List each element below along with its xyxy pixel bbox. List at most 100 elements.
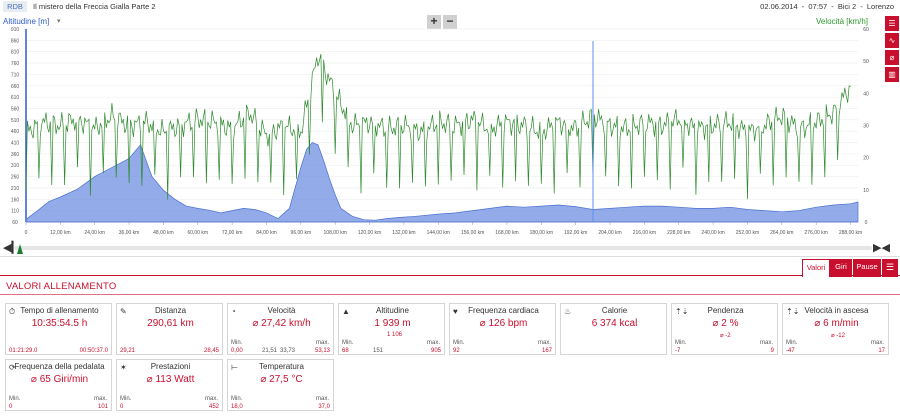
x-tick-label: 48,00 km [153,230,174,236]
stat-label: Distanza [154,306,187,315]
chart-svg[interactable]: 910 860 810 760 710 660 610 560 510 460 410 360 310 2… [0,13,900,241]
session-user: Lorenzo [866,2,894,11]
section-title: VALORI ALLENAMENTO [6,281,117,292]
stat-sub-value: 1 106 [387,332,403,338]
stat-value: ⌀ 2 % [712,318,739,329]
max-value: 9 [770,348,774,354]
max-value: 17 [878,348,885,354]
stat-value: 1 939 m [374,318,411,329]
stat-card[interactable]: ⊢ Temperatura ⌀ 27,5 °C Min. 18,0 max. 37,0 [227,359,334,411]
x-tick-label: 180,00 km [530,230,553,236]
min-label: Min. [675,340,687,346]
x-tick-label: 72,00 km [222,230,243,236]
x-tick-label: 240,00 km [701,230,724,236]
stat-card[interactable]: ◔ Velocità ⌀ 27,42 km/h Min. 0,00 21,51 33,73 m… [227,303,334,355]
min-value: -47 [786,348,795,354]
right-tick-label: 30 [863,124,869,130]
left-tick-label: 310 [11,163,20,169]
min-value: 68 [342,348,349,354]
min-value: 01:21:29.0 [9,348,38,354]
max-value: 53,13 [314,348,330,354]
top-bar: RDB Il mistero della Freccia Gialla Part… [0,0,900,13]
left-tick-label: 760 [11,61,20,67]
min-value: 0 [9,404,13,410]
rdb-badge[interactable]: RDB [3,1,27,12]
stat-value: 6 374 kcal [591,318,638,329]
right-tick-label: 20 [863,156,869,162]
max-value: 101 [97,404,108,410]
stat-card[interactable]: ⇡⇣ Pendenza ⌀ 2 % ⌀ -2 Min. -7 max. 9 [671,303,778,355]
meta-separator: - [801,2,805,11]
stat-value: ⌀ 65 Giri/min [30,374,89,385]
max-value: 28,45 [203,348,219,354]
x-tick-label: 24,00 km [84,230,105,236]
left-tick-label: 160 [11,197,20,203]
min-label: Min. [342,340,354,346]
stat-value: ⌀ 27,42 km/h [252,318,311,329]
max-label: max. [760,340,774,346]
stat-label: Temperatura [259,362,304,371]
left-tick-label: 610 [11,95,20,101]
min-label: Min. [120,396,132,402]
min-value: 0 [120,404,124,410]
max-value: 37,0 [318,404,330,410]
x-tick-label: 108,00 km [324,230,347,236]
stat-card[interactable]: ♥ Frequenza cardiaca ⌀ 126 bpm Min. 92 max. 16… [449,303,556,355]
stat-card[interactable]: ✎ Distanza 290,61 km 29,21 28,45 [116,303,223,355]
right-tick-label: 40 [863,91,869,97]
stat-card[interactable]: ⟳ Frequenza della pedalata ⌀ 65 Giri/min Mi… [5,359,112,411]
stat-card[interactable]: ♨ Calorie 6 374 kcal [560,303,667,355]
tab-valori[interactable]: Valori [802,259,830,277]
stat-card[interactable]: ⏱ Tempo di allenamento 10:35:54.5 h 01:21:2… [5,303,112,355]
scroll-track[interactable] [14,246,872,250]
min-label: Min. [9,396,21,402]
x-tick-label: 228,00 km [667,230,690,236]
x-tick-label: 276,00 km [804,230,827,236]
max-label: max. [94,396,108,402]
tab-bar: Valori Giri Pause ☰ [0,256,900,277]
session-bike: Bici 2 [837,2,857,11]
chart-scrollbar[interactable]: ◀▎ ▶◀ [0,241,900,255]
stat-value: ⌀ 126 bpm [479,318,528,329]
min-label: Min. [231,340,243,346]
left-tick-label: 60 [12,220,18,226]
mid-value-2: 33,73 [280,348,296,354]
stat-label: Tempo di allenamento [20,306,99,315]
stat-label: Altitudine [376,306,409,315]
min-label: Min. [786,340,798,346]
min-value: 18,0 [231,404,243,410]
min-value: -7 [675,348,681,354]
left-tick-label: 410 [11,141,20,147]
x-tick-label: 156,00 km [461,230,484,236]
max-label: max. [205,396,219,402]
min-label: Min. [231,396,243,402]
stat-label: Pendenza [707,306,744,315]
left-tick-label: 860 [11,38,20,44]
stat-label: Prestazioni [150,362,191,371]
right-tick-label: 0 [865,220,868,226]
stat-value: 290,61 km [147,318,194,329]
x-tick-label: 264,00 km [770,230,793,236]
scroll-right-icon[interactable]: ▶◀ [873,241,890,254]
max-label: max. [316,340,330,346]
chart-area[interactable]: 910 860 810 760 710 660 610 560 510 460 410 360 310 2… [0,13,900,241]
session-date: 02.06.2014 [760,2,798,11]
stat-card[interactable]: ⇡⇣ Velocità in ascesa ⌀ 6 m/min ⌀ -12 Min. -4… [782,303,889,355]
stat-card[interactable]: ✶ Prestazioni ⌀ 113 Watt Min. 0 max. 452 [116,359,223,411]
left-tick-label: 810 [11,50,20,56]
stat-value: 10:35:54.5 h [31,318,88,329]
max-value: 167 [541,348,552,354]
stat-label: Velocità [267,306,296,315]
max-value: 905 [430,348,441,354]
x-tick-label: 204,00 km [598,230,621,236]
page-title: Il mistero della Freccia Gialla Parte 2 [33,2,156,11]
tab-pause[interactable]: Pause [853,259,881,277]
x-tick-label: 192,00 km [564,230,587,236]
left-tick-label: 510 [11,118,20,124]
x-tick-label: 96,00 km [291,230,312,236]
list-icon[interactable]: ☰ [882,259,898,277]
stat-card[interactable]: ▲ Altitudine 1 939 m1 106 Min. 68 151 max. 905 [338,303,445,355]
right-tick-label: 50 [863,59,869,65]
left-tick-label: 210 [11,186,20,192]
tab-giri[interactable]: Giri [830,259,852,277]
